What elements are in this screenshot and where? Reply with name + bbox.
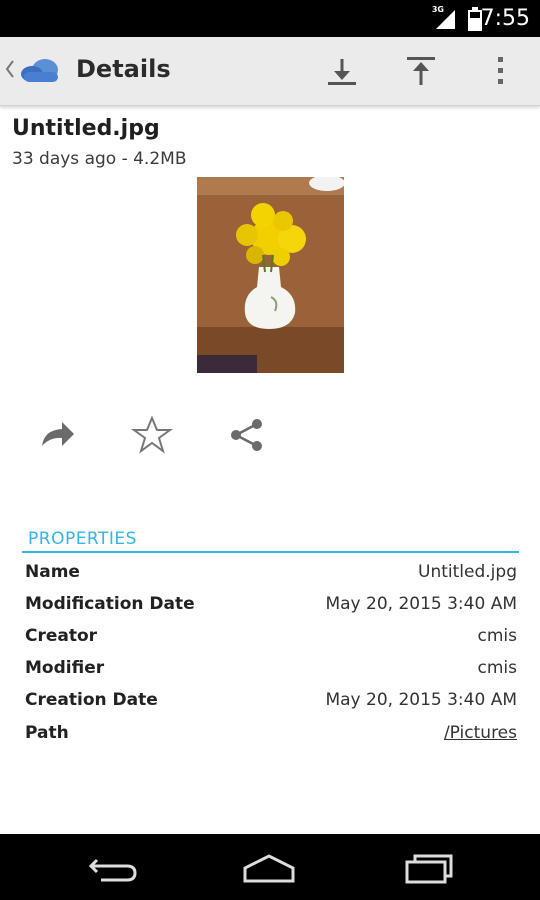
chevron-left-icon[interactable] [4, 57, 16, 81]
property-label: Creator [25, 626, 98, 646]
property-row-modifier: Modifier cmis [25, 658, 517, 690]
property-label: Modifier [25, 658, 105, 678]
property-row-creator: Creator cmis [25, 626, 517, 658]
property-row-creation-date: Creation Date May 20, 2015 3:40 AM [25, 690, 517, 722]
property-label: Creation Date [25, 690, 158, 710]
property-row-path: Path /Pictures [25, 723, 517, 755]
upload-icon[interactable] [401, 51, 441, 91]
properties-header: PROPERTIES [28, 529, 137, 549]
clock: 7:55 [480, 6, 530, 31]
forward-arrow-icon[interactable] [36, 414, 78, 456]
property-value: May 20, 2015 3:40 AM [325, 594, 517, 614]
status-bar: 3G 7:55 [0, 0, 540, 37]
back-icon[interactable] [83, 848, 143, 888]
property-value: Untitled.jpg [418, 562, 517, 582]
home-icon[interactable] [239, 848, 299, 888]
property-label: Modification Date [25, 594, 195, 614]
property-value: May 20, 2015 3:40 AM [325, 690, 517, 710]
property-row-name: Name Untitled.jpg [25, 562, 517, 594]
action-bar: Details [0, 37, 540, 106]
cloud-icon[interactable] [18, 55, 64, 85]
image-preview[interactable] [197, 177, 344, 373]
download-icon[interactable] [322, 51, 362, 91]
property-label: Path [25, 723, 69, 743]
path-link[interactable]: /Pictures [444, 723, 517, 743]
property-label: Name [25, 562, 80, 582]
recents-icon[interactable] [399, 848, 459, 888]
star-icon[interactable] [131, 414, 173, 456]
property-value: cmis [477, 658, 518, 678]
overflow-menu-icon[interactable] [480, 51, 520, 91]
file-meta: 33 days ago - 4.2MB [12, 149, 187, 169]
property-value: cmis [477, 626, 518, 646]
properties-divider [22, 551, 519, 553]
property-row-modification-date: Modification Date May 20, 2015 3:40 AM [25, 594, 517, 626]
navigation-bar [0, 834, 540, 900]
file-name: Untitled.jpg [12, 116, 160, 141]
share-icon[interactable] [226, 414, 268, 456]
page-title: Details [76, 55, 171, 83]
signal-icon [436, 10, 455, 29]
